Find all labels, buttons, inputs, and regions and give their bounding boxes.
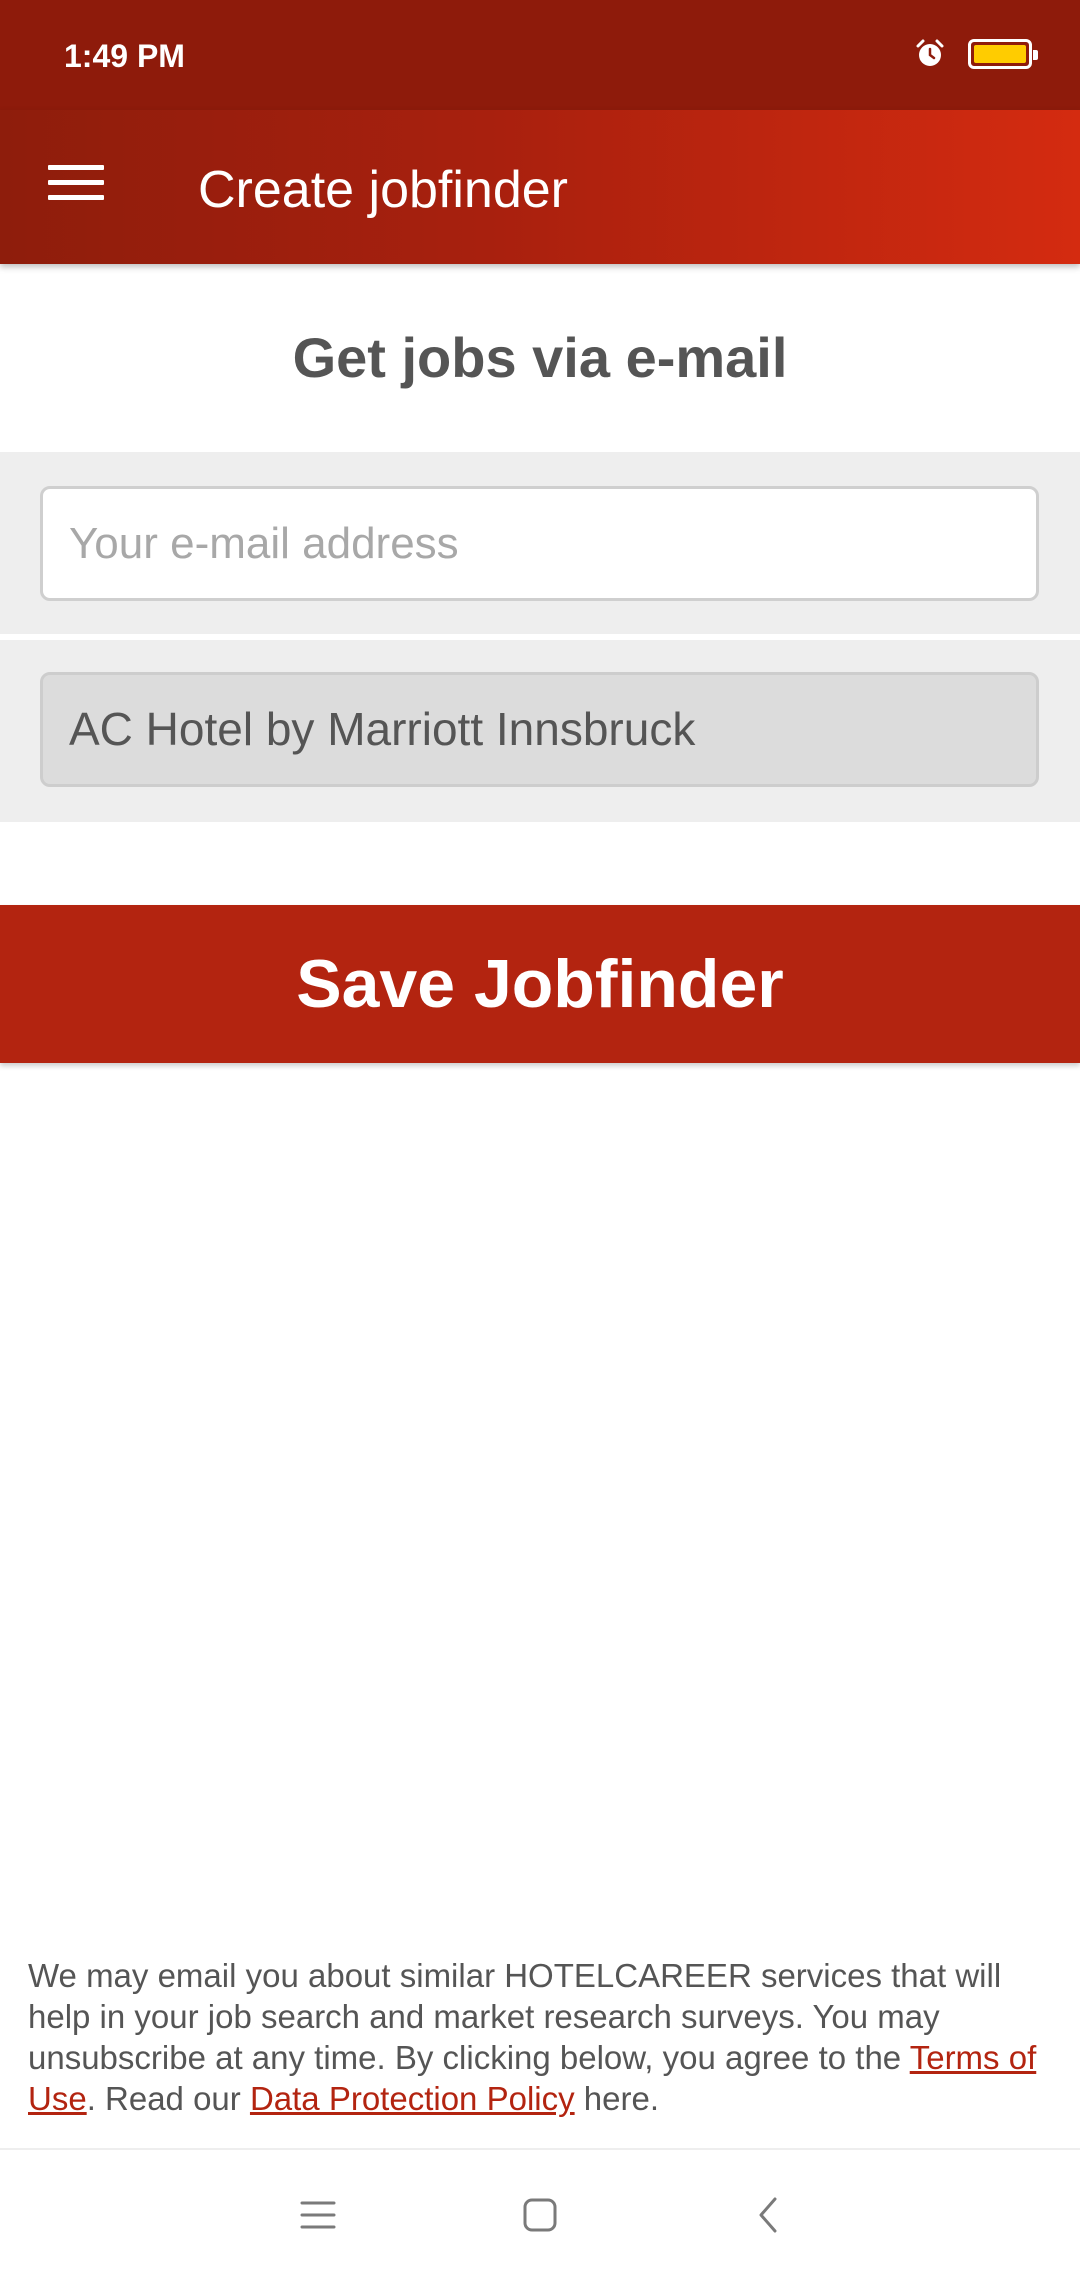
status-bar: 1:49 PM — [0, 0, 1080, 110]
recent-apps-icon[interactable] — [288, 2190, 348, 2240]
disclaimer-text-before: We may email you about similar HOTELCARE… — [28, 1957, 1002, 2076]
disclaimer-text: We may email you about similar HOTELCARE… — [28, 1955, 1048, 2119]
status-time: 1:49 PM — [64, 38, 185, 74]
location-field[interactable]: AC Hotel by Marriott Innsbruck — [40, 672, 1039, 787]
app-bar: Create jobfinder — [0, 110, 1080, 264]
hamburger-menu-icon[interactable] — [48, 165, 104, 209]
alarm-icon — [916, 39, 944, 66]
system-nav-bar — [0, 2150, 1080, 2280]
section-heading: Get jobs via e-mail — [292, 326, 788, 389]
page-title: Create jobfinder — [198, 161, 568, 219]
disclaimer-text-middle: . Read our — [86, 2080, 250, 2117]
battery-icon — [968, 39, 1038, 69]
home-icon[interactable] — [510, 2190, 570, 2240]
email-input[interactable] — [40, 486, 1039, 601]
status-icons — [914, 38, 1038, 70]
disclaimer-text-after: here. — [574, 2080, 659, 2117]
back-icon[interactable] — [738, 2190, 798, 2240]
save-jobfinder-button[interactable]: Save Jobfinder — [0, 905, 1080, 1063]
data-protection-policy-link[interactable]: Data Protection Policy — [250, 2080, 575, 2117]
